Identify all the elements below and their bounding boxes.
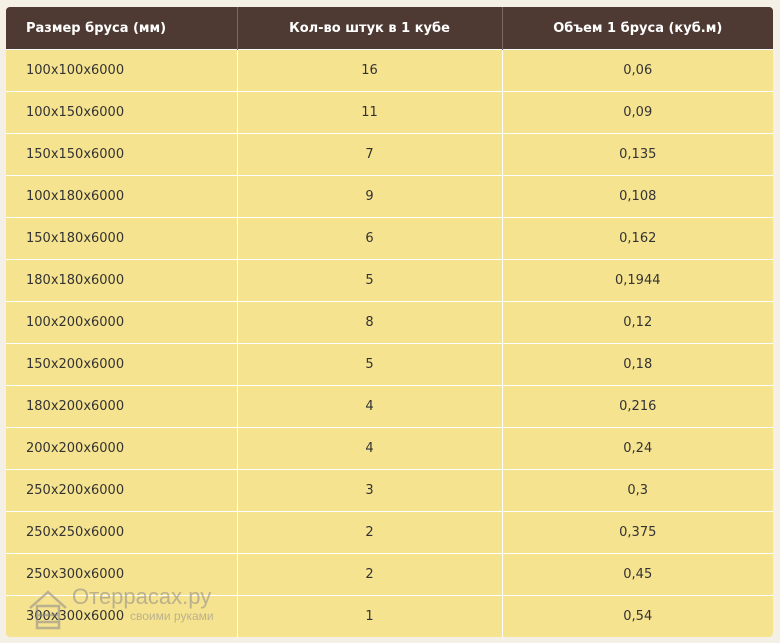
cell-volume: 0,135 (502, 133, 773, 176)
volume-table-container: Размер бруса (мм) Кол-во штук в 1 кубе О… (6, 7, 773, 637)
cell-volume: 0,09 (502, 91, 773, 134)
cell-size: 150x180x6000 (6, 217, 238, 260)
cell-count: 2 (237, 553, 503, 596)
cell-count: 6 (237, 217, 503, 260)
table-row: 250x200x6000 3 0,3 (6, 469, 773, 512)
table-row: 100x150x6000 11 0,09 (6, 91, 773, 134)
table-row: 300x300x6000 1 0,54 (6, 595, 773, 637)
cell-count: 9 (237, 175, 503, 218)
cell-count: 4 (237, 427, 503, 470)
cell-count: 16 (237, 49, 503, 92)
cell-count: 5 (237, 343, 503, 386)
table-row: 200x200x6000 4 0,24 (6, 427, 773, 470)
cell-count: 11 (237, 91, 503, 134)
cell-size: 200x200x6000 (6, 427, 238, 470)
table-row: 150x180x6000 6 0,162 (6, 217, 773, 260)
header-size: Размер бруса (мм) (6, 7, 238, 50)
cell-count: 7 (237, 133, 503, 176)
cell-volume: 0,375 (502, 511, 773, 554)
cell-volume: 0,18 (502, 343, 773, 386)
cell-volume: 0,162 (502, 217, 773, 260)
cell-count: 5 (237, 259, 503, 302)
cell-size: 250x250x6000 (6, 511, 238, 554)
cell-count: 4 (237, 385, 503, 428)
table-row: 180x200x6000 4 0,216 (6, 385, 773, 428)
cell-volume: 0,216 (502, 385, 773, 428)
cell-size: 100x150x6000 (6, 91, 238, 134)
cell-volume: 0,3 (502, 469, 773, 512)
cell-size: 100x200x6000 (6, 301, 238, 344)
cell-size: 150x200x6000 (6, 343, 238, 386)
table-header-row: Размер бруса (мм) Кол-во штук в 1 кубе О… (6, 7, 773, 50)
cell-volume: 0,108 (502, 175, 773, 218)
cell-count: 2 (237, 511, 503, 554)
cell-volume: 0,1944 (502, 259, 773, 302)
cell-size: 100x180x6000 (6, 175, 238, 218)
table-row: 250x300x6000 2 0,45 (6, 553, 773, 596)
header-count-per-cube: Кол-во штук в 1 кубе (237, 7, 503, 50)
cell-size: 250x300x6000 (6, 553, 238, 596)
cell-size: 180x200x6000 (6, 385, 238, 428)
cell-volume: 0,45 (502, 553, 773, 596)
cell-volume: 0,24 (502, 427, 773, 470)
cell-size: 180x180x6000 (6, 259, 238, 302)
cell-count: 3 (237, 469, 503, 512)
table-row: 150x150x6000 7 0,135 (6, 133, 773, 176)
cell-size: 150x150x6000 (6, 133, 238, 176)
table-row: 150x200x6000 5 0,18 (6, 343, 773, 386)
table-row: 100x200x6000 8 0,12 (6, 301, 773, 344)
table-row: 250x250x6000 2 0,375 (6, 511, 773, 554)
header-volume: Объем 1 бруса (куб.м) (502, 7, 773, 50)
cell-size: 250x200x6000 (6, 469, 238, 512)
cell-volume: 0,06 (502, 49, 773, 92)
cell-volume: 0,54 (502, 595, 773, 637)
timber-volume-table: Размер бруса (мм) Кол-во штук в 1 кубе О… (6, 7, 773, 637)
cell-volume: 0,12 (502, 301, 773, 344)
table-row: 100x180x6000 9 0,108 (6, 175, 773, 218)
cell-count: 8 (237, 301, 503, 344)
table-row: 180x180x6000 5 0,1944 (6, 259, 773, 302)
cell-size: 300x300x6000 (6, 595, 238, 637)
table-row: 100x100x6000 16 0,06 (6, 49, 773, 92)
cell-count: 1 (237, 595, 503, 637)
cell-size: 100x100x6000 (6, 49, 238, 92)
